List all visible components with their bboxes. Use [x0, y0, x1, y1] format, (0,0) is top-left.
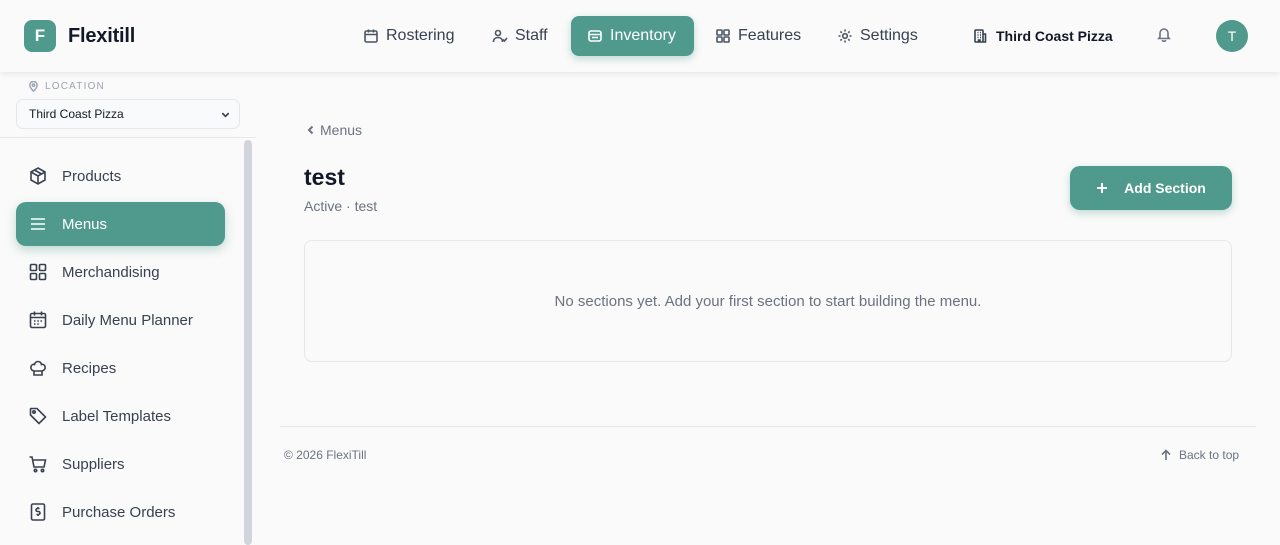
breadcrumb-link: Menus [320, 122, 363, 138]
sidebar-item-label: Recipes [62, 359, 117, 377]
sidebar-item-label: Purchase Orders [62, 503, 176, 521]
nav-settings-label: Settings [860, 27, 918, 44]
gear-icon [838, 29, 852, 43]
chevron-left-icon [307, 125, 314, 135]
nav-settings[interactable]: Settings [827, 16, 928, 56]
back-to-top-label: Back to top [1179, 448, 1240, 462]
copyright-text: © 2026 FlexiTill [284, 448, 367, 462]
page-subtitle: Active · test [304, 198, 378, 214]
chevron-down-icon [221, 112, 230, 118]
avatar[interactable]: T [1216, 20, 1248, 52]
location-switcher-label: Third Coast Pizza [996, 28, 1113, 44]
box-icon [588, 30, 602, 42]
calendar-icon [364, 29, 378, 43]
sidebar-divider [0, 137, 256, 138]
tag-icon [29, 407, 47, 425]
sidebar-item-label: Daily Menu Planner [62, 311, 193, 329]
building-icon [974, 29, 987, 43]
sidebar: LOCATION Third Coast Pizza Products Menu… [0, 72, 256, 545]
cart-icon [29, 456, 47, 473]
sidebar-item-daily-menu-planner[interactable]: Daily Menu Planner [16, 298, 225, 342]
empty-sections-card: No sections yet. Add your first section … [304, 240, 1232, 362]
top-navbar: F Flexitill Rostering Staff Inventory Fe… [0, 0, 1280, 72]
sidebar-item-suppliers[interactable]: Suppliers [16, 442, 225, 486]
nav-features[interactable]: Features [705, 16, 811, 56]
add-section-label: Add Section [1124, 180, 1206, 196]
location-switcher[interactable]: Third Coast Pizza [968, 16, 1117, 56]
menu-icon [31, 218, 45, 230]
page-title: test [304, 164, 345, 190]
location-label-text: LOCATION [45, 81, 105, 92]
location-select-value: Third Coast Pizza [29, 107, 124, 121]
chef-hat-icon [30, 360, 46, 376]
sidebar-item-recipes[interactable]: Recipes [16, 346, 225, 390]
footer-divider [280, 426, 1256, 427]
arrow-up-icon [1161, 449, 1171, 460]
package-icon [30, 167, 46, 185]
grid-icon [716, 29, 730, 43]
brand-logo[interactable]: F [24, 20, 56, 52]
bell-icon [1157, 28, 1171, 43]
location-select[interactable]: Third Coast Pizza [16, 99, 240, 129]
calendar-icon [29, 311, 47, 329]
nav-rostering-label: Rostering [386, 27, 455, 44]
add-section-button[interactable]: Add Section [1070, 166, 1232, 210]
sidebar-item-label: Suppliers [62, 455, 125, 473]
sidebar-item-label: Merchandising [62, 263, 160, 281]
notifications-button[interactable] [1156, 26, 1176, 46]
sidebar-item-products[interactable]: Products [16, 154, 225, 198]
sidebar-item-label: Label Templates [62, 407, 171, 425]
nav-staff[interactable]: Staff [482, 16, 558, 56]
back-to-top-link[interactable]: Back to top [1160, 448, 1239, 462]
sidebar-item-label: Products [62, 167, 122, 185]
location-label: LOCATION [28, 81, 105, 92]
map-pin-icon [29, 81, 38, 92]
nav-features-label: Features [738, 27, 802, 44]
sidebar-item-label-templates[interactable]: Label Templates [16, 394, 225, 438]
empty-state-message: No sections yet. Add your first section … [554, 292, 982, 310]
breadcrumb[interactable]: Menus [306, 122, 362, 138]
grid-icon [29, 263, 47, 281]
sidebar-item-merchandising[interactable]: Merchandising [16, 250, 225, 294]
brand-name[interactable]: Flexitill [68, 25, 135, 48]
sidebar-item-label: Menus [62, 215, 108, 233]
receipt-icon [30, 503, 46, 521]
nav-inventory[interactable]: Inventory [571, 16, 694, 56]
users-icon [492, 29, 508, 43]
nav-inventory-label: Inventory [610, 27, 676, 44]
sidebar-scrollbar[interactable] [244, 140, 252, 545]
nav-rostering[interactable]: Rostering [353, 16, 464, 56]
sidebar-item-menus[interactable]: Menus [16, 202, 225, 246]
nav-staff-label: Staff [515, 27, 548, 44]
sidebar-item-purchase-orders[interactable]: Purchase Orders [16, 490, 225, 534]
plus-icon [1097, 183, 1108, 193]
